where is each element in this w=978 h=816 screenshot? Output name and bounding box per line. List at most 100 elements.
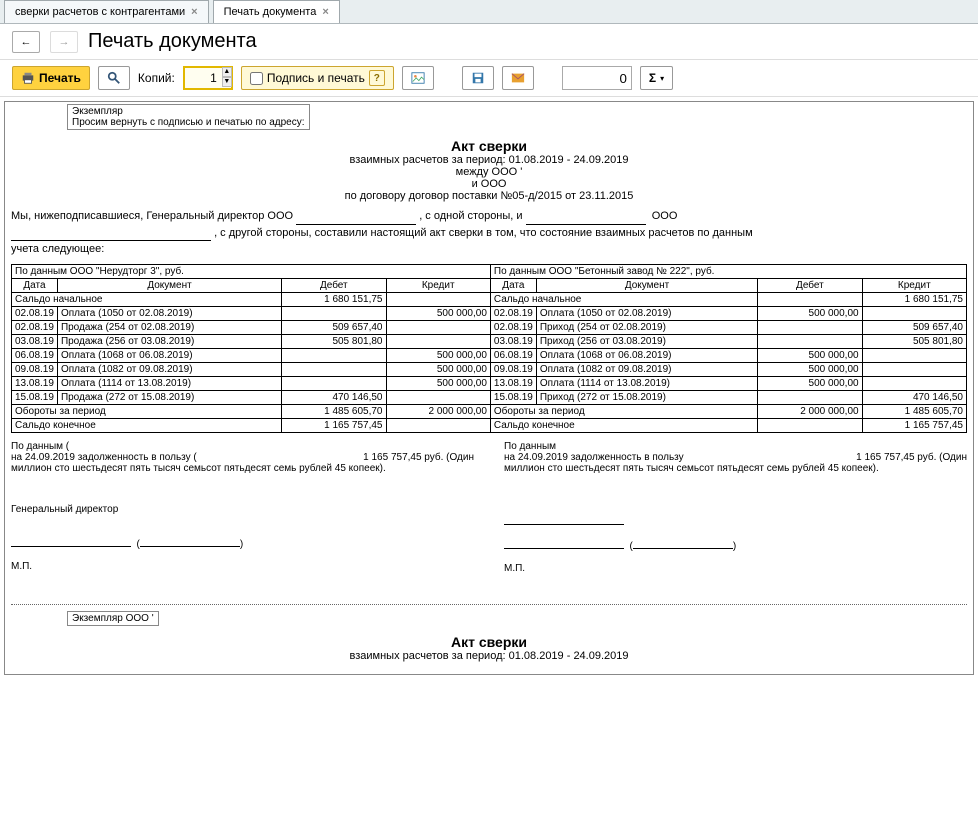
table-row: 13.08.19Оплата (1114 от 13.08.2019)500 0…: [12, 376, 967, 390]
help-icon[interactable]: ?: [369, 70, 385, 86]
intro-b: , с одной стороны, и: [419, 210, 525, 222]
mp-r: М.П.: [504, 563, 967, 574]
blank-line: [11, 229, 211, 241]
save-button[interactable]: [462, 66, 494, 90]
turnover-ld: 1 485 605,70: [282, 404, 386, 418]
preview-button[interactable]: [98, 66, 130, 90]
print-page: Экземпляр Просим вернуть с подписью и пе…: [4, 101, 974, 675]
saldo-end-rv: 1 165 757,45: [862, 418, 966, 432]
magnifier-icon: [107, 71, 121, 85]
intro-a: Мы, нижеподписавшиеся, Генеральный дирек…: [11, 210, 293, 222]
tab-label: Печать документа: [224, 6, 317, 18]
close-icon[interactable]: ×: [191, 6, 197, 18]
forward-button[interactable]: →: [50, 31, 78, 53]
table-row: 15.08.19Продажа (272 от 15.08.2019)470 1…: [12, 390, 967, 404]
document-canvas: Экземпляр Просим вернуть с подписью и пе…: [0, 97, 978, 675]
saldo-start: Сальдо начальное: [12, 292, 282, 306]
intro-e: учета следующее:: [11, 243, 104, 255]
blank-line: [526, 213, 646, 225]
print-button[interactable]: Печать: [12, 66, 90, 90]
doc-period: взаимных расчетов за период: 01.08.2019 …: [11, 154, 967, 166]
turnover-l: Обороты за период: [12, 404, 282, 418]
exemplar-label: Экземпляр: [72, 106, 305, 117]
doc-and: и ООО: [11, 178, 967, 190]
dropdown-icon: ▾: [660, 74, 664, 83]
saldo-start-val-r: 1 680 151,75: [862, 292, 966, 306]
sig-role-l: Генеральный директор: [11, 504, 474, 515]
col-doc: Документ: [57, 278, 281, 292]
sig-line-r: [504, 539, 624, 549]
cut-line: [11, 604, 967, 605]
copies-label: Копий:: [138, 71, 175, 85]
sigma-icon: Σ: [649, 71, 656, 85]
close-icon[interactable]: ×: [322, 6, 328, 18]
email-button[interactable]: [502, 66, 534, 90]
sig-name-line-r: [633, 539, 733, 549]
exemplar2-label: Экземпляр ООО ': [72, 613, 154, 624]
table-row: 09.08.19Оплата (1082 от 09.08.2019)500 0…: [12, 362, 967, 376]
col-credit-r: Кредит: [862, 278, 966, 292]
summary-r4: миллион сто шестьдесят пять тысяч семьсо…: [504, 463, 967, 474]
signature-block: Генеральный директор () М.П. () М.П.: [11, 504, 967, 574]
tab-label: сверки расчетов с контрагентами: [15, 6, 185, 18]
doc-contract: по договору договор поставки №05-д/2015 …: [11, 190, 967, 202]
exemplar2-box: Экземпляр ООО ': [67, 611, 159, 626]
summary-l2: на 24.09.2019 задолженность в пользу (: [11, 452, 197, 463]
saldo-end-lv: 1 165 757,45: [282, 418, 386, 432]
spin-down[interactable]: ▼: [222, 77, 232, 87]
turnover-lc: 2 000 000,00: [386, 404, 490, 418]
header: ← → Печать документа: [0, 24, 978, 60]
summary-r1: По данным: [504, 441, 967, 452]
insert-image-button[interactable]: [402, 66, 434, 90]
sign-and-print-button[interactable]: Подпись и печать ?: [241, 66, 394, 90]
turnover-rd: 2 000 000,00: [758, 404, 862, 418]
col-debit: Дебет: [282, 278, 386, 292]
sign-checkbox[interactable]: [250, 72, 263, 85]
doc-title: Акт сверки: [11, 138, 967, 154]
mp-l: М.П.: [11, 561, 474, 572]
summary-l3: 1 165 757,45 руб. (Один: [363, 452, 474, 463]
page-title: Печать документа: [88, 30, 257, 53]
intro-paragraph: Мы, нижеподписавшиеся, Генеральный дирек…: [11, 208, 967, 258]
envelope-icon: [511, 71, 525, 85]
table-row: 03.08.19Продажа (256 от 03.08.2019)505 8…: [12, 334, 967, 348]
col-debit-r: Дебет: [758, 278, 862, 292]
summary-r3: 1 165 757,45 руб. (Один: [856, 452, 967, 463]
saldo-end-l: Сальдо конечное: [12, 418, 282, 432]
turnover-r: Обороты за период: [490, 404, 757, 418]
doc-between: между ООО ': [11, 166, 967, 178]
saldo-start-val-l: 1 680 151,75: [282, 292, 386, 306]
doc-period-2: взаимных расчетов за период: 01.08.2019 …: [11, 650, 967, 662]
summary-l1: По данным (: [11, 441, 474, 452]
blank-line: [296, 213, 416, 225]
summary-block: По данным ( на 24.09.2019 задолженность …: [11, 441, 967, 474]
reconciliation-table: По данным ООО "Нерудторг 3", руб. По дан…: [11, 264, 967, 433]
col-credit: Кредит: [386, 278, 490, 292]
right-header: По данным ООО "Бетонный завод № 222", ру…: [490, 264, 966, 278]
doc-title-2: Акт сверки: [11, 634, 967, 650]
floppy-icon: [471, 71, 485, 85]
back-button[interactable]: ←: [12, 31, 40, 53]
print-label: Печать: [39, 71, 81, 85]
number-input[interactable]: [562, 66, 632, 90]
intro-d: , с другой стороны, составили настоящий …: [214, 227, 753, 239]
table-row: 02.08.19Продажа (254 от 02.08.2019)509 6…: [12, 320, 967, 334]
exemplar-note-box: Экземпляр Просим вернуть с подписью и пе…: [67, 104, 310, 130]
sign-label: Подпись и печать: [267, 71, 365, 85]
return-note: Просим вернуть с подписью и печатью по а…: [72, 117, 305, 128]
sum-button[interactable]: Σ ▾: [640, 66, 673, 90]
sig-line-r-top: [504, 515, 624, 525]
summary-r2: на 24.09.2019 задолженность в пользу: [504, 452, 684, 463]
turnover-rc: 1 485 605,70: [862, 404, 966, 418]
left-header: По данным ООО "Нерудторг 3", руб.: [12, 264, 491, 278]
col-date-r: Дата: [490, 278, 536, 292]
sig-name-line: [140, 537, 240, 547]
summary-l4: миллион сто шестьдесят пять тысяч семьсо…: [11, 463, 474, 474]
tab-reconciliation[interactable]: сверки расчетов с контрагентами ×: [4, 0, 209, 23]
printer-icon: [21, 71, 35, 85]
image-icon: [411, 71, 425, 85]
tab-print-document[interactable]: Печать документа ×: [213, 0, 340, 23]
toolbar: Печать Копий: ▲▼ Подпись и печать ? Σ ▾: [0, 60, 978, 97]
saldo-end-r: Сальдо конечное: [490, 418, 757, 432]
spin-up[interactable]: ▲: [222, 67, 232, 77]
